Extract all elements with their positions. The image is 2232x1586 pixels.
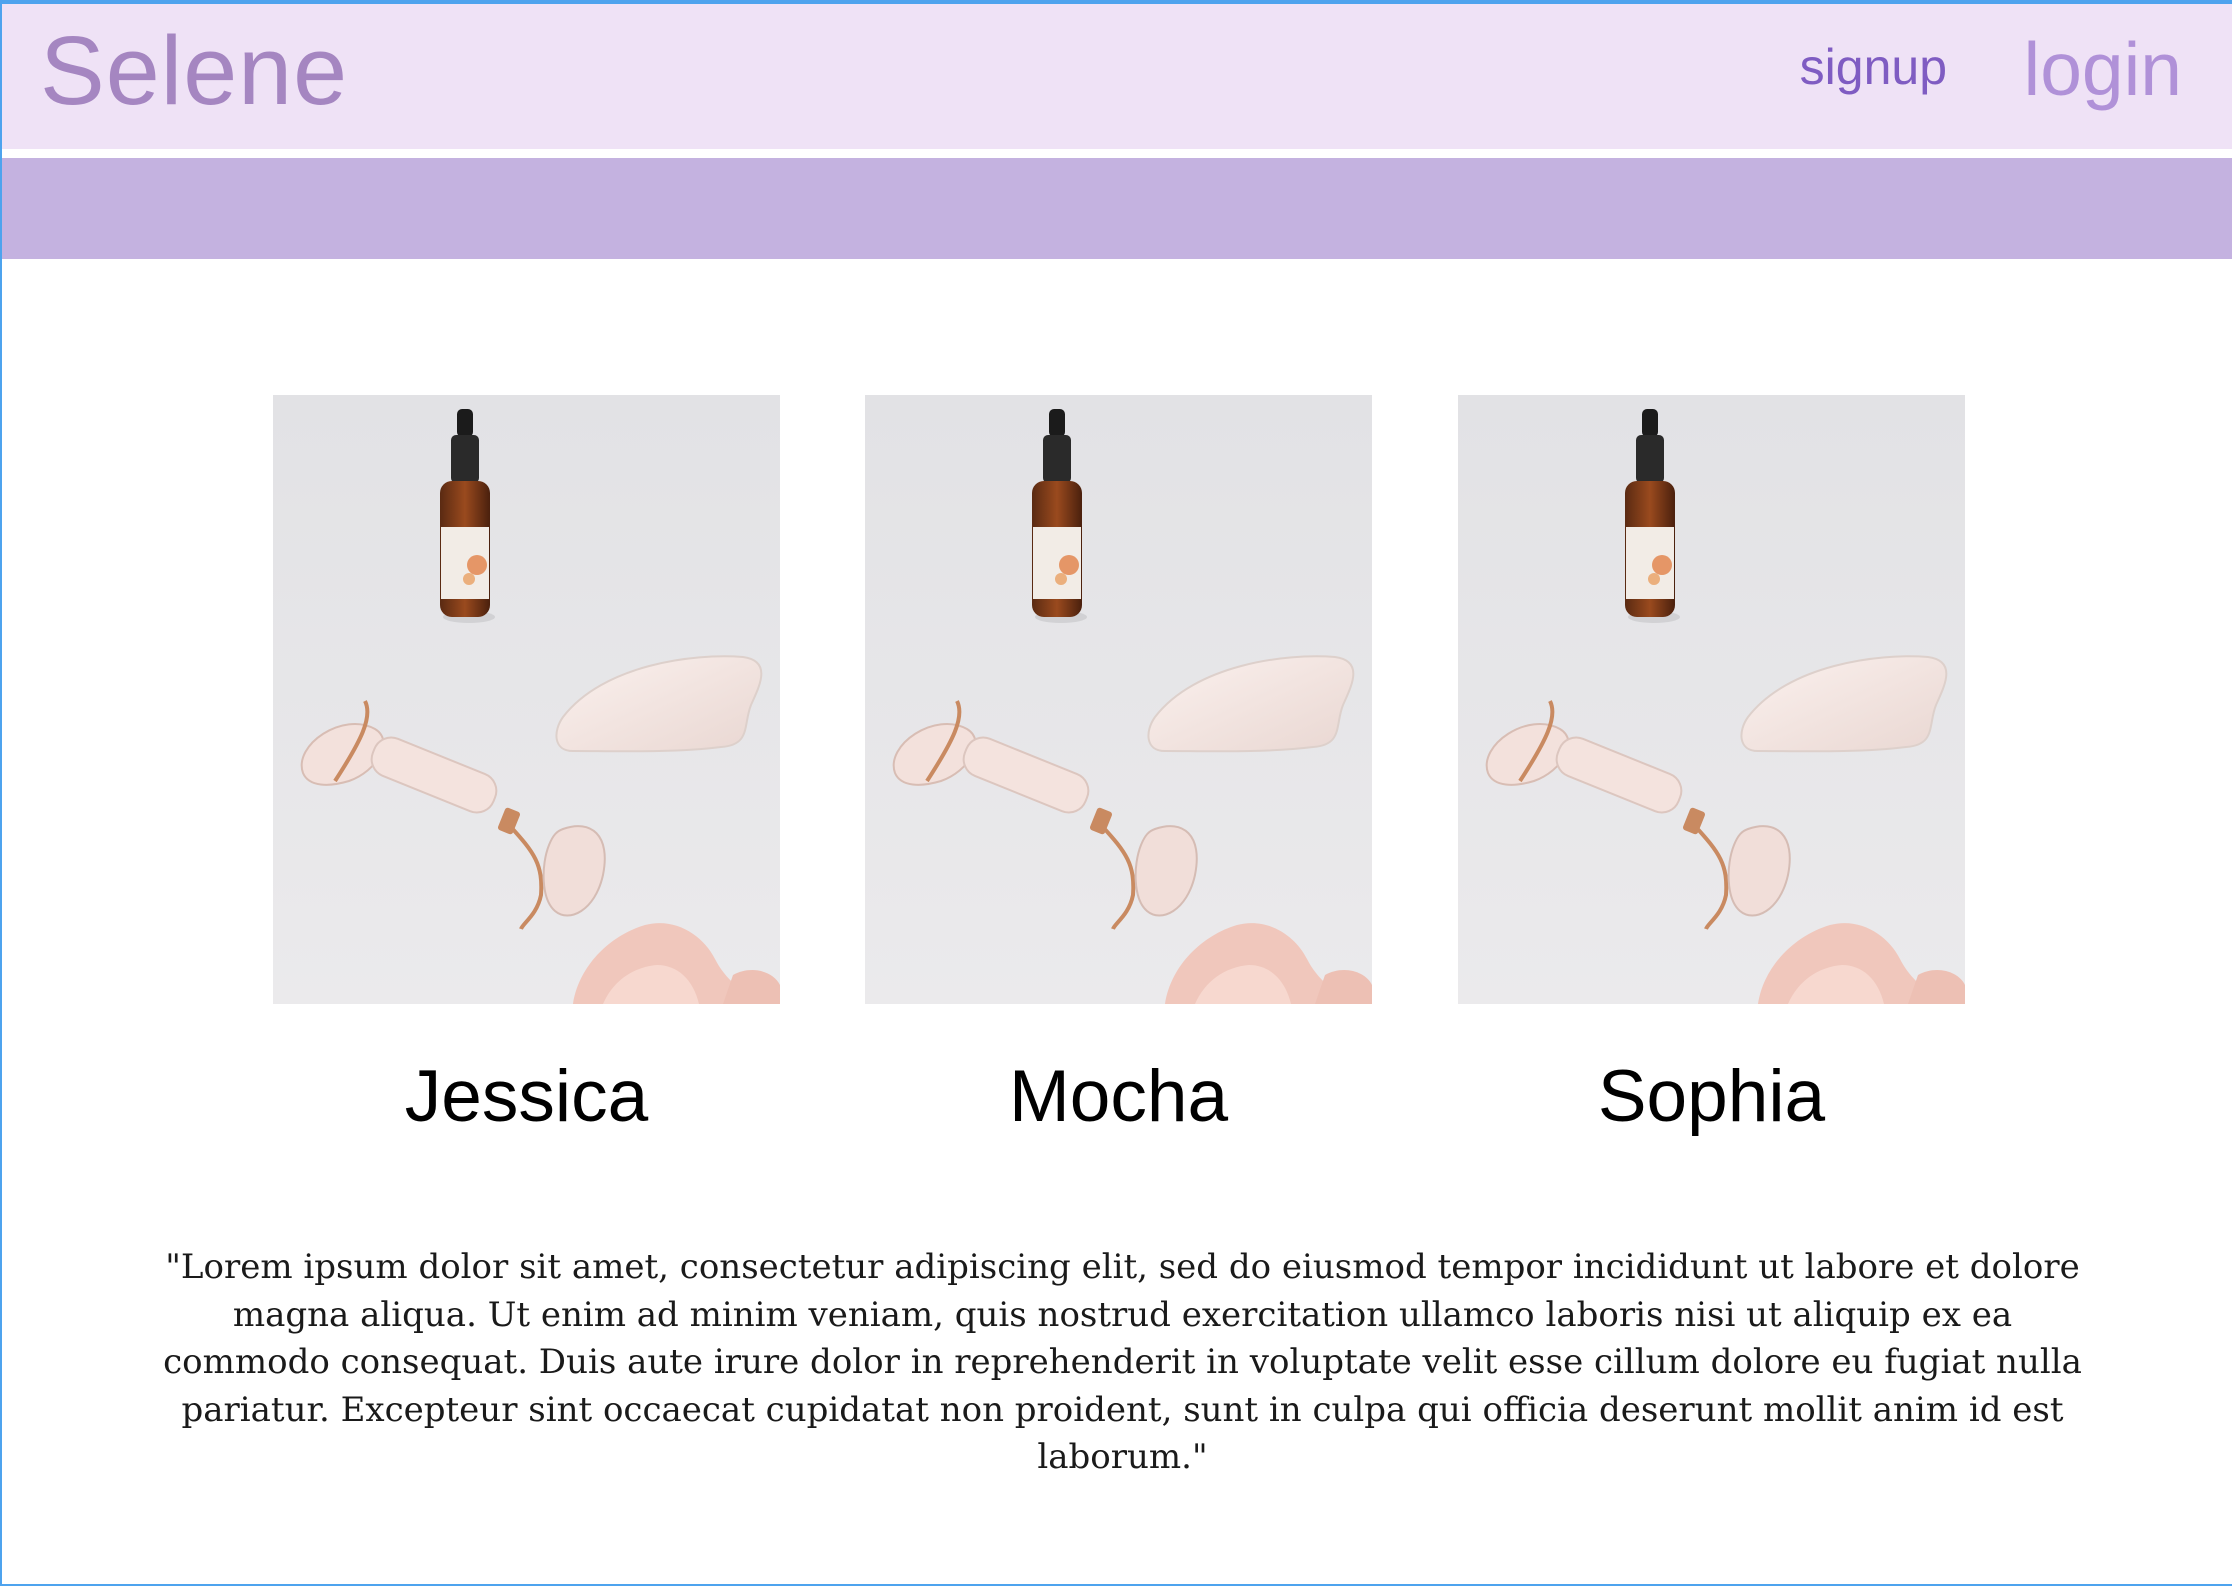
profile-card[interactable]: Mocha (865, 395, 1372, 1133)
profile-name[interactable]: Mocha (865, 1060, 1372, 1133)
profile-photo (273, 395, 780, 1004)
profile-name[interactable]: Jessica (273, 1060, 780, 1133)
profile-card[interactable]: Sophia (1458, 395, 1965, 1133)
sub-banner (2, 158, 2232, 259)
lorem-quote: "Lorem ipsum dolor sit amet, consectetur… (163, 1247, 2082, 1477)
profile-card[interactable]: Jessica (273, 395, 780, 1133)
profile-photo (1458, 395, 1965, 1004)
top-navbar: Selene signup login (2, 4, 2232, 149)
signup-link[interactable]: signup (1800, 42, 1947, 92)
profile-name[interactable]: Sophia (1458, 1060, 1965, 1133)
login-link[interactable]: login (2024, 32, 2182, 107)
profile-photo (865, 395, 1372, 1004)
brand-logo[interactable]: Selene (40, 22, 348, 119)
